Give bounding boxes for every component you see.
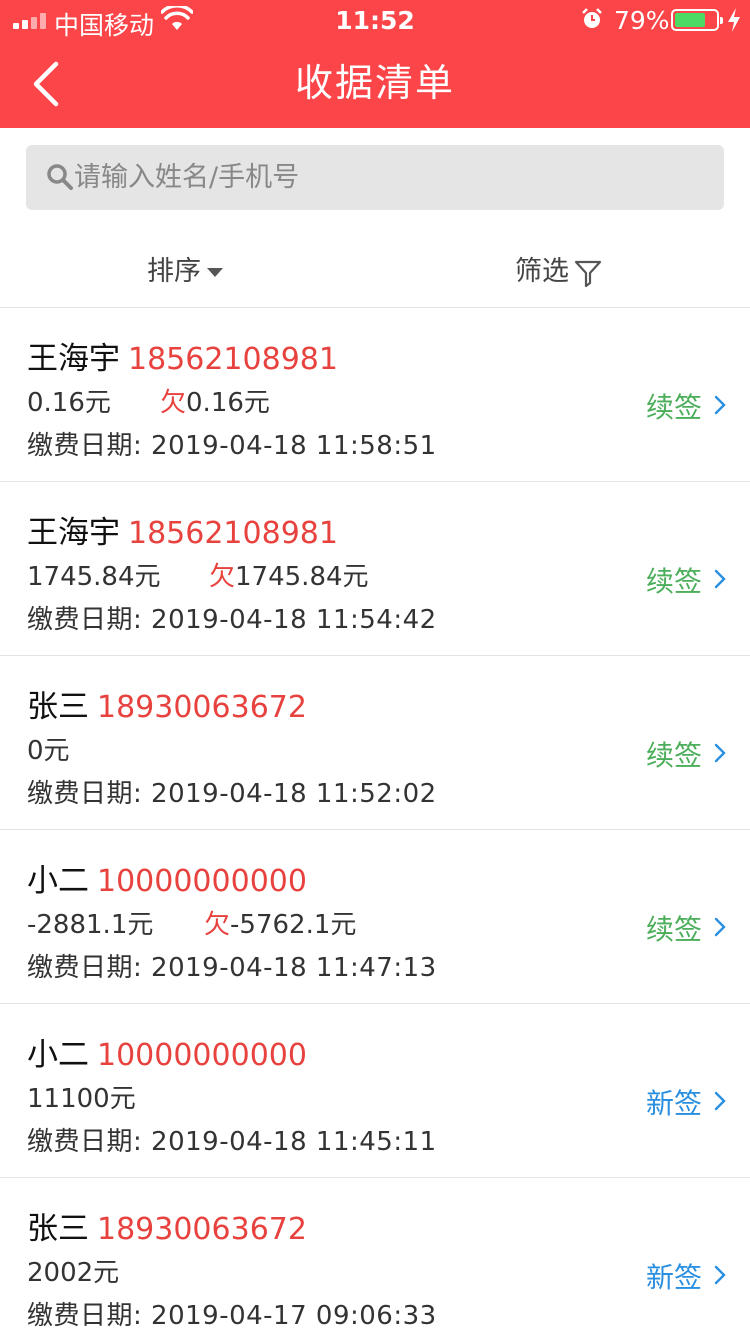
renew-button[interactable]: 续签 [646, 386, 702, 426]
payment-date: 2019-04-18 11:54:42 [151, 605, 437, 635]
owed-value: 1745.84元 [235, 562, 369, 592]
date-label: 缴费日期: [27, 779, 143, 809]
search-input[interactable] [74, 145, 694, 210]
list-item[interactable]: 小二 10000000000 11100元 缴费日期: 2019-04-18 11… [0, 1004, 750, 1178]
battery-percent: 79% [614, 6, 670, 35]
chevron-right-icon[interactable] [713, 1264, 727, 1286]
phone-number: 18562108981 [128, 516, 338, 551]
list-item[interactable]: 王海宇 18562108981 0.16元 欠0.16元 缴费日期: 2019-04… [0, 308, 750, 482]
chevron-right-icon[interactable] [713, 394, 727, 416]
sort-filter-bar: 排序 筛选 [0, 232, 750, 308]
renew-button[interactable]: 续签 [646, 908, 702, 948]
payment-date: 2019-04-18 11:58:51 [151, 431, 437, 461]
phone-number: 10000000000 [97, 1038, 307, 1073]
phone-number: 18930063672 [97, 1212, 307, 1247]
paid-amount: 0.16元 [27, 388, 111, 418]
owed-value: -5762.1元 [230, 910, 357, 940]
list-item[interactable]: 张三 18930063672 0元 缴费日期: 2019-04-18 11:52:… [0, 656, 750, 830]
battery-icon [671, 9, 723, 31]
owed-value: 0.16元 [186, 388, 270, 418]
list-item[interactable]: 小二 10000000000 -2881.1元 欠-5762.1元 缴费日期: 20… [0, 830, 750, 1004]
owed-amount: 欠0.16元 [160, 382, 270, 419]
customer-name: 小二 [27, 1037, 89, 1073]
phone-number: 18562108981 [128, 342, 338, 377]
sort-button[interactable]: 排序 [147, 249, 223, 288]
paid-amount: 1745.84元 [27, 562, 161, 592]
receipt-list: 王海宇 18562108981 0.16元 欠0.16元 缴费日期: 2019-04… [0, 308, 750, 1334]
paid-amount: 2002元 [27, 1258, 120, 1288]
date-label: 缴费日期: [27, 605, 143, 635]
customer-name: 张三 [27, 689, 89, 725]
paid-amount: 11100元 [27, 1084, 136, 1114]
renew-button[interactable]: 续签 [646, 734, 702, 774]
date-label: 缴费日期: [27, 1301, 143, 1331]
owed-amount: 欠1745.84元 [209, 556, 369, 593]
chevron-right-icon[interactable] [713, 1090, 727, 1112]
chevron-right-icon[interactable] [713, 568, 727, 590]
owed-label: 欠 [160, 388, 187, 418]
payment-date: 2019-04-18 11:45:11 [151, 1127, 437, 1157]
payment-date: 2019-04-18 11:52:02 [151, 779, 437, 809]
sort-label: 排序 [147, 256, 201, 287]
alarm-clock-icon [582, 8, 602, 28]
header-bar: 中国移动 11:52 79% 收据清单 [0, 0, 750, 128]
paid-amount: 0元 [27, 736, 70, 766]
owed-label: 欠 [209, 562, 236, 592]
date-label: 缴费日期: [27, 431, 143, 461]
chevron-right-icon[interactable] [713, 742, 727, 764]
owed-label: 欠 [204, 910, 231, 940]
renew-button[interactable]: 续签 [646, 560, 702, 600]
search-icon [47, 164, 73, 190]
new-sign-button[interactable]: 新签 [646, 1256, 702, 1296]
page-title: 收据清单 [294, 61, 455, 105]
chevron-right-icon[interactable] [713, 916, 727, 938]
date-label: 缴费日期: [27, 1127, 143, 1157]
phone-number: 10000000000 [97, 864, 307, 899]
owed-amount: 欠-5762.1元 [204, 904, 356, 941]
filter-button[interactable]: 筛选 [515, 249, 603, 288]
filter-label: 筛选 [515, 256, 569, 287]
paid-amount: -2881.1元 [27, 910, 154, 940]
payment-date: 2019-04-17 09:06:33 [151, 1301, 437, 1331]
funnel-icon [574, 260, 602, 287]
list-item[interactable]: 张三 18930063672 2002元 缴费日期: 2019-04-17 09:… [0, 1178, 750, 1334]
date-label: 缴费日期: [27, 953, 143, 983]
dropdown-triangle-icon [207, 268, 223, 277]
payment-date: 2019-04-18 11:47:13 [151, 953, 437, 983]
new-sign-button[interactable]: 新签 [646, 1082, 702, 1122]
charging-icon [728, 8, 740, 32]
phone-number: 18930063672 [97, 690, 307, 725]
status-bar: 中国移动 11:52 79% [0, 0, 750, 40]
customer-name: 王海宇 [27, 341, 120, 377]
customer-name: 小二 [27, 863, 89, 899]
search-box[interactable] [26, 145, 724, 210]
customer-name: 王海宇 [27, 515, 120, 551]
customer-name: 张三 [27, 1211, 89, 1247]
list-item[interactable]: 王海宇 18562108981 1745.84元 欠1745.84元 缴费日期: 2… [0, 482, 750, 656]
